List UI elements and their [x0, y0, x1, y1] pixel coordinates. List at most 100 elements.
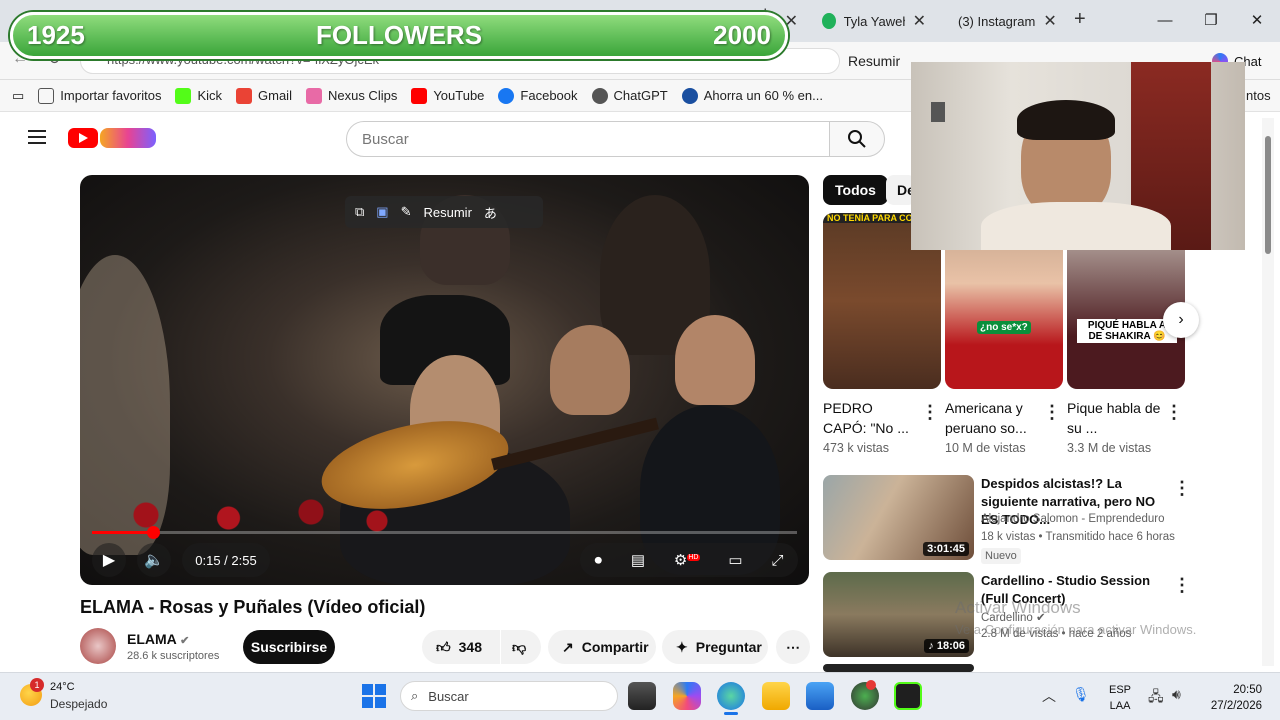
taskbar-search[interactable]: ⌕ Buscar [400, 681, 618, 711]
volume-icon[interactable]: 🔊︎ [1172, 686, 1181, 703]
short-caption: PIQUÉ HABLA A DE SHAKIRA 😊 [1077, 319, 1177, 343]
bookmark-ahorra[interactable]: Ahorra un 60 % en... [681, 87, 823, 104]
close-icon[interactable]: ✕ [913, 11, 926, 31]
related-thumbnail[interactable]: ♪ 18:06 [823, 572, 974, 657]
subscribe-button[interactable]: Suscribirse [243, 630, 335, 664]
file-explorer-icon[interactable] [762, 682, 790, 710]
weather-desc[interactable]: Despejado [50, 697, 107, 711]
channel-name[interactable]: ELAMA ✔ [127, 631, 189, 647]
steam-icon [681, 87, 698, 104]
seek-bar-knob[interactable] [146, 526, 160, 539]
more-options-icon[interactable]: ⋮ [1165, 402, 1183, 423]
more-options-icon[interactable]: ⋮ [1173, 575, 1191, 596]
autoplay-toggle[interactable]: ⏺ [594, 552, 602, 569]
microphone-icon[interactable]: 🎙︎ [1072, 686, 1090, 703]
new-tab-icon[interactable]: + [1074, 8, 1086, 31]
related-thumbnail[interactable]: 3:01:45 [823, 475, 974, 560]
video-player[interactable] [80, 175, 809, 585]
translate-icon[interactable]: あ [484, 203, 497, 222]
tab-2[interactable]: Tyla Yaweh | S ✕ [812, 6, 936, 36]
close-window-icon[interactable]: ✕ [1234, 8, 1280, 32]
spotify-icon [822, 13, 836, 29]
more-options-icon[interactable]: ⋮ [1043, 402, 1061, 423]
bookmark-nexus[interactable]: Nexus Clips [305, 87, 397, 104]
bookmark-facebook[interactable]: Facebook [498, 87, 578, 104]
resumir-button[interactable]: Resumir [848, 53, 900, 69]
related-thumbnail[interactable] [823, 664, 974, 672]
share-button[interactable]: ↗ Compartir [548, 630, 656, 664]
short-title[interactable]: Pique habla de su ... [1067, 398, 1163, 438]
search-icon: ⌕ [411, 688, 419, 703]
fullscreen-icon[interactable]: ⤢ [771, 552, 783, 569]
tab-label: Tyla Yaweh | S [843, 13, 905, 29]
tab-3[interactable]: (3) Instagram ✕ [940, 6, 1064, 36]
seek-bar[interactable] [92, 526, 797, 539]
short-views: 3.3 M de vistas [1067, 441, 1152, 455]
like-icon: 👍︎ [436, 638, 451, 655]
pip-icon[interactable]: ⧉ [355, 204, 364, 220]
copilot-taskbar-icon[interactable] [673, 682, 701, 710]
clock[interactable]: 20:50 27/2/2026 [1200, 682, 1262, 714]
theater-mode-icon[interactable]: ▭ [728, 551, 742, 569]
short-title[interactable]: Americana y peruano so... [945, 398, 1041, 438]
edge-icon[interactable] [717, 682, 745, 710]
short-views: 10 M de vistas [945, 441, 1026, 455]
tab-actions-icon[interactable]: ▭ [12, 88, 24, 104]
avatar[interactable] [80, 628, 116, 664]
ask-button[interactable]: ✦ Preguntar [662, 630, 768, 664]
minimize-icon[interactable]: — [1142, 8, 1188, 32]
bookmark-chatgpt[interactable]: ChatGPT [591, 87, 668, 104]
bookmark-gmail[interactable]: Gmail [236, 87, 292, 104]
chevron-up-icon[interactable]: ︿ [1042, 686, 1056, 706]
hd-badge: HD [687, 554, 700, 561]
visual-search-icon[interactable]: ▣ [376, 204, 388, 220]
related-channel[interactable]: Alejandro Salomon - Emprendeduro [981, 513, 1164, 525]
play-button[interactable]: ▶ [92, 543, 126, 577]
youtube-icon [411, 87, 428, 104]
language-indicator[interactable]: ESP LAA [1109, 682, 1131, 714]
youtube-logo[interactable] [68, 128, 98, 148]
settings-icon[interactable]: ⚙HD [674, 551, 700, 569]
sparkle-icon: ✦ [676, 638, 688, 655]
search-button[interactable] [829, 121, 885, 157]
chatgpt-icon [591, 87, 608, 104]
search-input[interactable]: Buscar [346, 121, 830, 157]
scrollbar-thumb[interactable] [1265, 136, 1271, 254]
menu-icon[interactable] [28, 130, 46, 144]
task-view-icon[interactable] [628, 682, 656, 710]
bookmark-youtube[interactable]: YouTube [411, 87, 484, 104]
subtitles-icon[interactable]: ▤ [631, 551, 645, 569]
weather-temp[interactable]: 24°C [50, 681, 75, 693]
like-button[interactable]: 👍︎ 348 [422, 630, 500, 664]
summary-icon[interactable]: ✎ [401, 204, 412, 220]
hover-resumir-button[interactable]: Resumir [424, 205, 472, 220]
chip-todos[interactable]: Todos [823, 175, 888, 205]
streamer-shirt [981, 202, 1171, 250]
close-icon[interactable]: ✕ [1043, 11, 1056, 31]
more-actions-button[interactable]: ⋯ [776, 630, 810, 664]
notification-dot [866, 680, 876, 690]
volume-icon[interactable]: 🔈 [137, 543, 171, 577]
other-bookmarks[interactable]: ntos [1246, 88, 1271, 103]
dislike-button[interactable]: 👎︎ [501, 630, 541, 664]
player-right-controls: ⏺ ▤ ⚙HD ▭ ⤢ [580, 543, 798, 577]
maximize-icon[interactable]: ❐ [1188, 8, 1234, 32]
network-icon[interactable]: 🖧︎ [1148, 686, 1164, 710]
wall-switch [931, 102, 945, 122]
tab-label: (3) Instagram [958, 13, 1036, 29]
webcam-overlay [911, 62, 1245, 250]
duration-badge: 3:01:45 [923, 542, 969, 556]
more-options-icon[interactable]: ⋮ [921, 402, 939, 423]
shorts-next-button[interactable]: › [1163, 302, 1199, 338]
store-icon[interactable] [806, 682, 834, 710]
duration-badge: ♪ 18:06 [924, 639, 969, 653]
search-icon [848, 130, 866, 148]
game-app-icon[interactable] [894, 682, 922, 710]
bookmark-kick[interactable]: Kick [175, 87, 222, 104]
more-options-icon[interactable]: ⋮ [1173, 478, 1191, 499]
bookmark-importar[interactable]: Importar favoritos [38, 87, 161, 104]
page-scrollbar[interactable] [1262, 118, 1274, 666]
chevron-right-icon: › [1178, 311, 1184, 328]
short-title[interactable]: PEDRO CAPÓ: "No ... [823, 398, 919, 438]
start-icon[interactable] [362, 684, 386, 708]
